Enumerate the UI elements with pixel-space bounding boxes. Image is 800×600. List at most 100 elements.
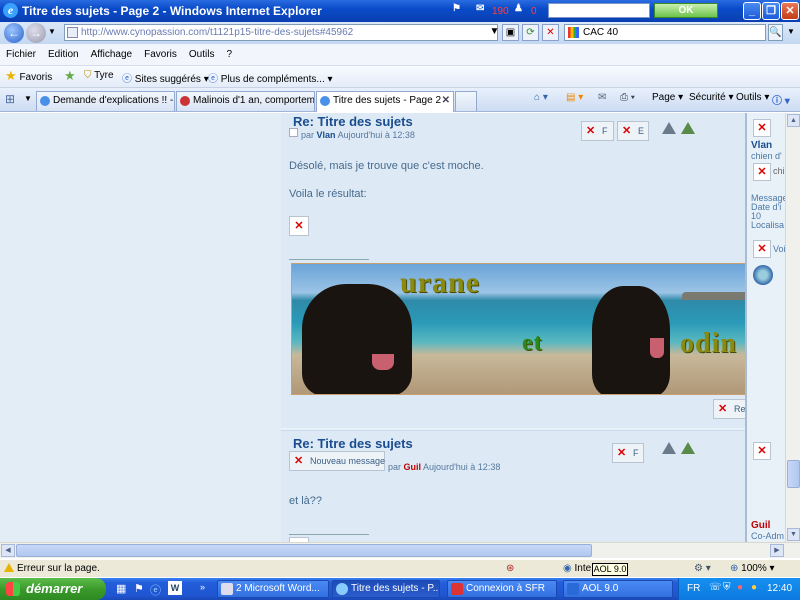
report-icon[interactable]: [662, 442, 676, 454]
quicklaunch-desktop-icon[interactable]: ▦: [116, 582, 126, 595]
aol-icon[interactable]: ⚑: [452, 3, 461, 14]
help-icon[interactable]: ⓘ ▾: [772, 92, 790, 107]
task-sfr[interactable]: Connexion à SFR: [447, 580, 557, 598]
print-icon[interactable]: ⎙ ▾: [620, 92, 635, 103]
left-margin: [0, 113, 281, 542]
menu-fichier[interactable]: Fichier: [0, 44, 42, 66]
home-icon[interactable]: ⌂ ▾: [534, 92, 548, 103]
menu-edition[interactable]: Edition: [42, 44, 85, 66]
refresh-icon[interactable]: ⟳: [522, 24, 539, 41]
tab-malinois[interactable]: Malinois d'1 an, comporteme...: [176, 91, 315, 111]
tab-demande-explications[interactable]: Demande d'explications !! - P...: [36, 91, 175, 111]
start-button[interactable]: démarrer: [0, 578, 106, 600]
toolbar-search-input[interactable]: [548, 3, 650, 18]
profile-username[interactable]: Guil: [751, 520, 770, 531]
alert-icon[interactable]: ♟: [514, 3, 523, 14]
profile-link[interactable]: Voi: [773, 244, 785, 254]
broken-image-icon: ✕: [586, 125, 596, 137]
mail-icon[interactable]: ✉: [476, 3, 484, 14]
title-bar[interactable]: e Titre des sujets - Page 2 - Windows In…: [0, 0, 800, 22]
warn-icon[interactable]: [681, 442, 695, 454]
menu-affichage[interactable]: Affichage: [85, 44, 139, 66]
page-menu[interactable]: Page ▾: [652, 92, 683, 103]
page-error-status[interactable]: Erreur sur la page.: [4, 563, 100, 574]
zoom-icon: ⊕: [730, 563, 739, 574]
search-options-icon[interactable]: ▼: [785, 24, 797, 41]
address-field[interactable]: http://www.cynopassion.com/t1121p15-titr…: [64, 24, 498, 41]
clock[interactable]: 12:40: [767, 583, 792, 594]
scroll-left-icon[interactable]: ◀: [1, 544, 15, 557]
history-dropdown-icon[interactable]: ▼: [48, 27, 56, 36]
back-button[interactable]: ←: [4, 23, 24, 43]
horizontal-scrollbar[interactable]: ◀ ▶: [0, 542, 800, 558]
quicklaunch-aol-icon[interactable]: ⚑: [134, 582, 144, 595]
banner-dog-tongue: [650, 338, 664, 358]
search-icon[interactable]: 🔍: [768, 24, 783, 41]
quote-button[interactable]: ✕ F: [581, 121, 614, 141]
scroll-down-icon[interactable]: ▼: [787, 528, 800, 541]
horizontal-scroll-thumb[interactable]: [16, 544, 592, 557]
feeds-icon[interactable]: ▤ ▾: [566, 92, 583, 103]
task-word[interactable]: 2 Microsoft Word...: [217, 580, 329, 598]
aol-icon: [567, 583, 579, 595]
close-tab-icon[interactable]: ✕: [442, 92, 450, 110]
language-indicator[interactable]: FR: [687, 583, 700, 594]
vertical-scroll-thumb[interactable]: [787, 460, 800, 488]
ok-button[interactable]: OK: [654, 3, 718, 18]
warn-icon[interactable]: [681, 122, 695, 134]
maximize-button[interactable]: ❐: [762, 2, 780, 20]
post-title[interactable]: Re: Titre des sujets: [293, 436, 413, 451]
minimize-button[interactable]: _: [743, 2, 761, 20]
security-menu[interactable]: Sécurité ▾: [689, 92, 734, 103]
tab-favicon: [40, 96, 50, 106]
task-aol[interactable]: AOL 9.0: [563, 580, 673, 598]
report-icon[interactable]: [662, 122, 676, 134]
protected-mode-icon[interactable]: ⚙ ▾: [694, 563, 711, 574]
fav-addons[interactable]: ⓔ Plus de compléments... ▾: [208, 70, 333, 85]
tools-menu[interactable]: Outils ▾: [736, 92, 769, 103]
post-author[interactable]: Guil: [404, 462, 422, 472]
tab-titre-des-sujets[interactable]: Titre des sujets - Page 2 ✕: [316, 91, 454, 112]
forward-button[interactable]: →: [26, 23, 46, 43]
post-title[interactable]: Re: Titre des sujets: [293, 114, 413, 129]
tray-network-icon[interactable]: ☏: [709, 582, 722, 593]
scroll-up-icon[interactable]: ▲: [787, 114, 800, 127]
favorites-button[interactable]: ★ Favoris: [5, 69, 52, 83]
quote-button[interactable]: ✕ F: [612, 443, 644, 463]
vertical-scrollbar[interactable]: ▲ ▼: [785, 113, 800, 542]
fav-tyre[interactable]: ⛉ Tyre: [84, 70, 114, 81]
compat-view-icon[interactable]: ▣: [502, 24, 519, 41]
address-dropdown-icon[interactable]: ▼: [486, 24, 503, 41]
tray-security-icon[interactable]: ⛨: [723, 582, 731, 593]
menu-help[interactable]: ?: [220, 44, 238, 66]
post-checkbox[interactable]: [289, 128, 298, 137]
addon-status-icon[interactable]: ⊛: [506, 563, 514, 574]
profile-username[interactable]: Vlan: [751, 140, 772, 151]
post-date: Aujourd'hui à 12:38: [337, 130, 415, 140]
scroll-right-icon[interactable]: ▶: [770, 544, 784, 557]
tray-alert-icon[interactable]: ●: [751, 582, 757, 593]
quick-tabs-icon[interactable]: ⊞: [5, 92, 15, 106]
menu-favoris[interactable]: Favoris: [138, 44, 183, 66]
page-content[interactable]: Re: Titre des sujets par Vlan Aujourd'hu…: [0, 113, 785, 542]
search-input[interactable]: CAC 40: [564, 24, 766, 41]
add-favorite-icon[interactable]: ★: [64, 68, 76, 83]
task-ie[interactable]: Titre des sujets - P...: [332, 580, 440, 598]
post-author[interactable]: Vlan: [317, 130, 336, 140]
add-star-icon: ★: [64, 68, 76, 83]
quicklaunch-expand-icon[interactable]: »: [200, 582, 205, 592]
edit-button[interactable]: ✕ E: [617, 121, 649, 141]
signature-banner-image: urane et odin: [291, 263, 785, 395]
quicklaunch-ie-icon[interactable]: ⓔ: [150, 582, 161, 598]
quicklaunch-word-icon[interactable]: W: [168, 581, 182, 595]
menu-outils[interactable]: Outils: [183, 44, 221, 66]
zoom-control[interactable]: ⊕ 100% ▾: [730, 563, 775, 574]
tray-antivirus-icon[interactable]: ●: [737, 582, 743, 593]
close-button[interactable]: ✕: [781, 2, 799, 20]
fav-suggested-sites[interactable]: ⓔ Sites suggérés ▾: [122, 70, 209, 85]
tab-list-icon[interactable]: ▼: [24, 94, 32, 103]
stop-icon[interactable]: ✕: [542, 24, 559, 41]
new-message-button[interactable]: ✕ Nouveau message: [289, 451, 385, 471]
mail-read-icon[interactable]: ✉: [598, 92, 606, 103]
new-tab-button[interactable]: [455, 91, 477, 111]
